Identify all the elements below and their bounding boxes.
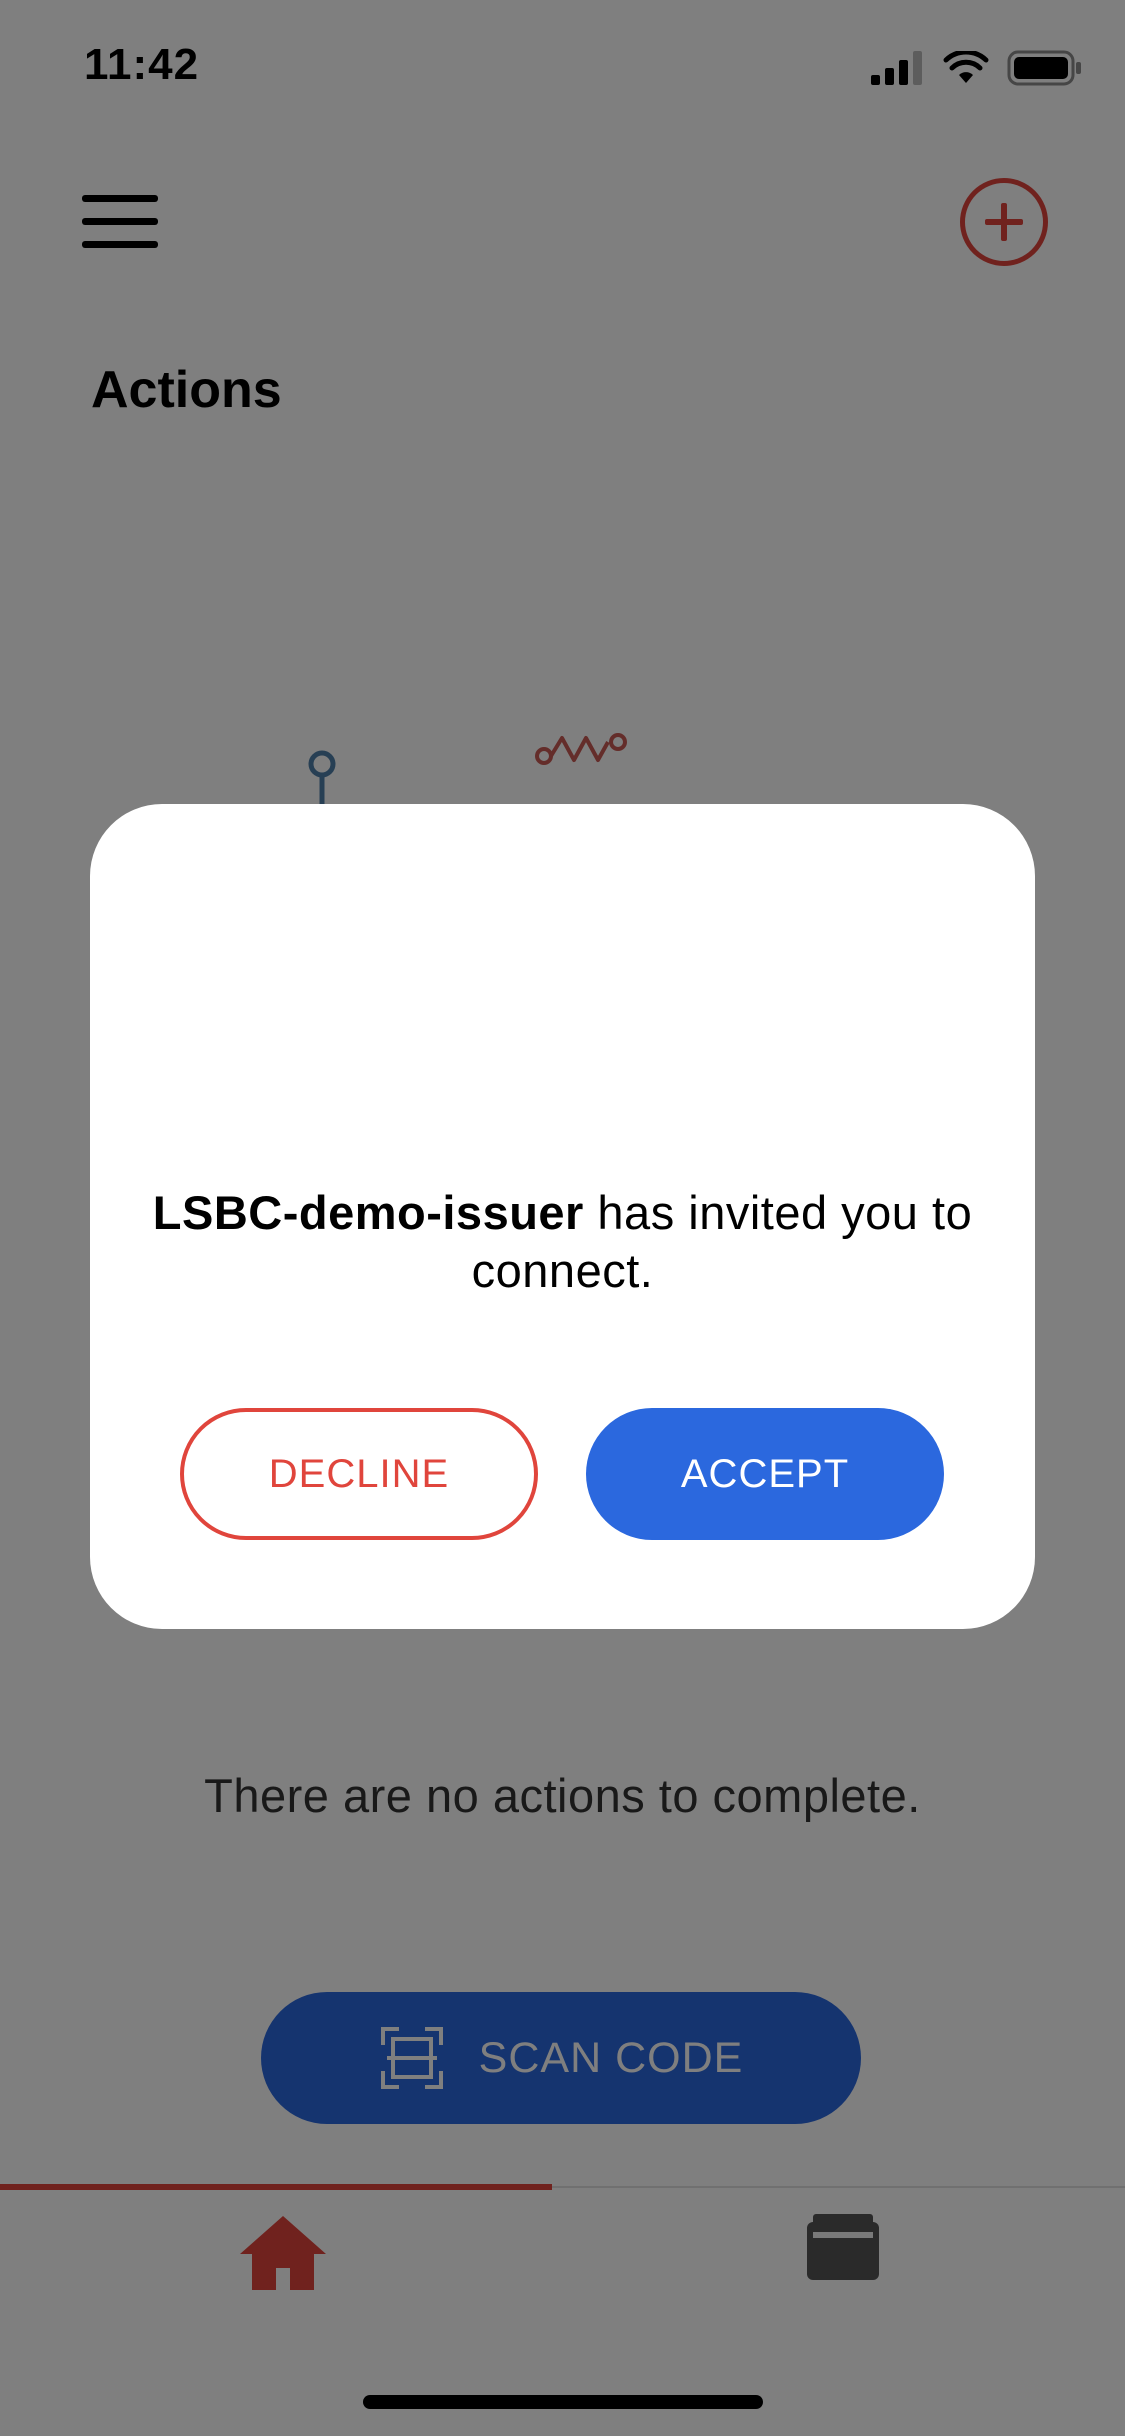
invite-message: LSBC-demo-issuer has invited you to conn… bbox=[150, 1184, 975, 1300]
decline-label: DECLINE bbox=[268, 1451, 450, 1496]
accept-button[interactable]: ACCEPT bbox=[586, 1408, 944, 1540]
issuer-name: LSBC-demo-issuer bbox=[152, 1186, 584, 1239]
accept-label: ACCEPT bbox=[680, 1451, 850, 1496]
decline-button[interactable]: DECLINE bbox=[180, 1408, 538, 1540]
app-screen: 11:42 Actions bbox=[0, 0, 1125, 2436]
connection-invite-modal: LSBC-demo-issuer has invited you to conn… bbox=[90, 804, 1035, 1629]
